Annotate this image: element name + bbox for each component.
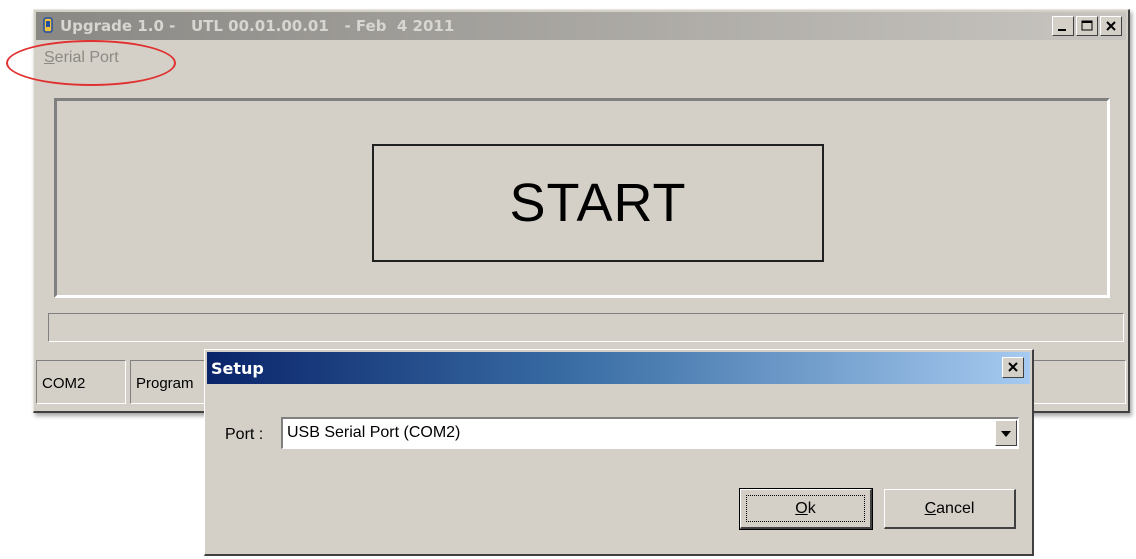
cancel-button[interactable]: Cancel [884,489,1016,529]
port-label: Port : [225,426,264,443]
chevron-down-icon [1001,431,1011,437]
start-button[interactable]: START [372,144,824,262]
cancel-button-label: Cancel [924,499,975,517]
progress-bar [48,313,1124,342]
app-icon [43,17,53,33]
close-button[interactable] [1100,16,1122,36]
port-select-value: USB Serial Port (COM2) [287,424,461,441]
ok-button[interactable]: Ok [739,488,873,530]
close-icon [1008,362,1018,372]
setup-title: Setup [211,359,264,378]
minimize-icon [1058,29,1066,31]
main-window-title: Upgrade 1.0 - UTL 00.01.00.01 - Feb 4 20… [60,17,455,35]
close-icon [1106,21,1116,31]
minimize-button[interactable] [1052,16,1074,36]
main-title-bar[interactable]: Upgrade 1.0 - UTL 00.01.00.01 - Feb 4 20… [36,12,1126,40]
setup-dialog: Setup Port : USB Serial Port (COM2) Ok C… [204,349,1034,556]
maximize-icon [1081,20,1093,31]
setup-close-button[interactable] [1002,357,1024,378]
setup-title-bar[interactable]: Setup [207,352,1030,384]
highlight-circle [6,40,176,86]
status-program: Program [130,360,210,404]
port-select-dropdown-button[interactable] [995,420,1017,446]
focus-rect [746,495,865,522]
menu-bar: Serial Port [36,43,1126,71]
port-select[interactable]: USB Serial Port (COM2) [281,417,1019,449]
status-port: COM2 [36,360,126,404]
maximize-button[interactable] [1076,16,1098,36]
